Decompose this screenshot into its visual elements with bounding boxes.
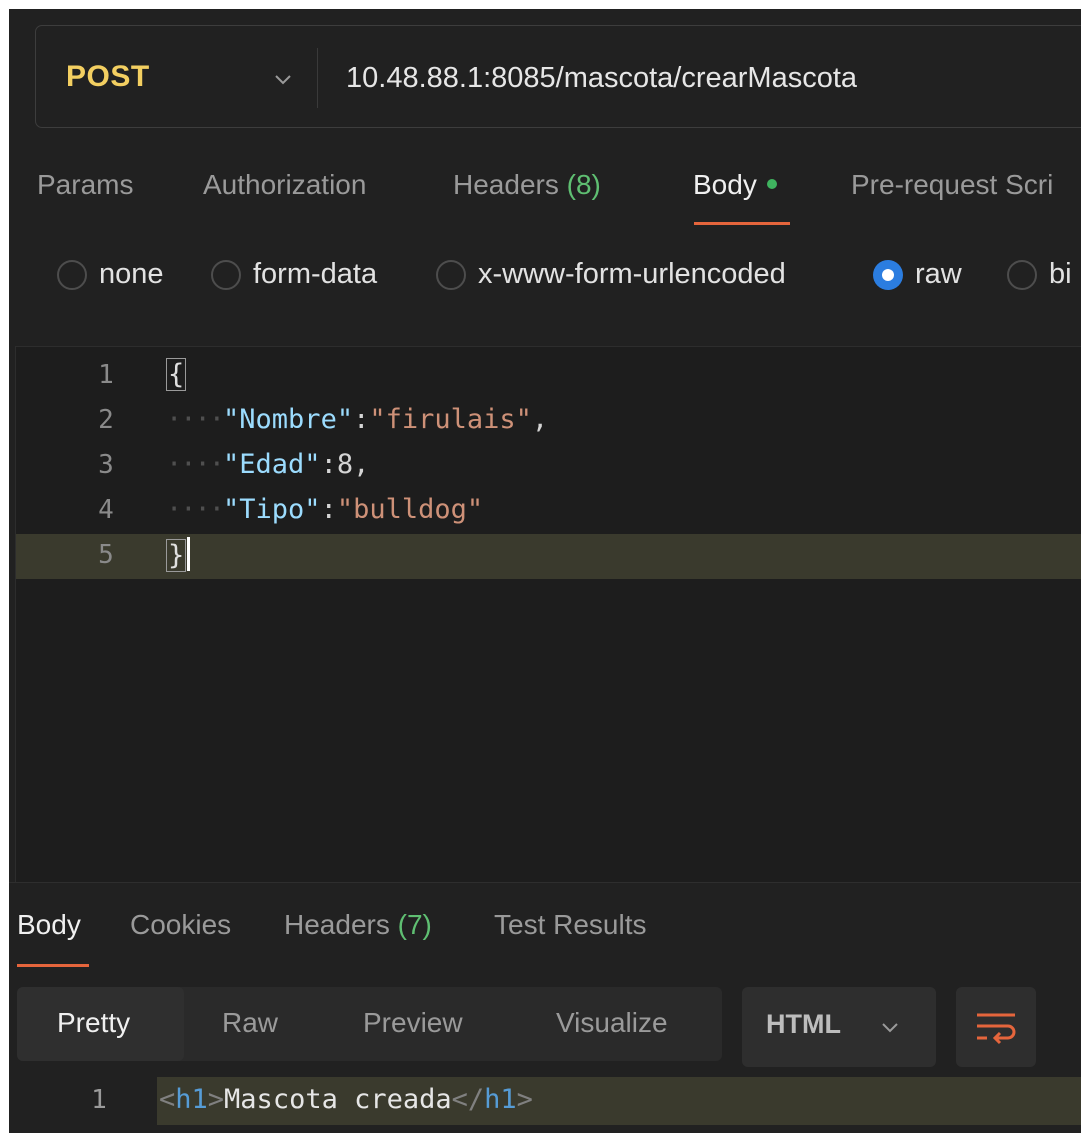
url-input[interactable]: 10.48.88.1:8085/mascota/crearMascota [346, 62, 857, 95]
open-brace: { [166, 358, 187, 391]
line-number: 1 [98, 360, 114, 390]
code-line: 3 ····"Edad":8, [16, 444, 1081, 489]
response-tab-headers-label: Headers [284, 909, 390, 940]
line-number: 5 [98, 540, 114, 570]
response-view-segmented-control: Pretty Raw Preview Visualize [17, 987, 722, 1061]
radio-raw-label: raw [915, 258, 962, 290]
tag-bracket: < [159, 1084, 176, 1115]
request-tabs: Params Authorization Headers (8) Body Pr… [9, 159, 1081, 229]
request-body-editor[interactable]: 1 { 2 ····"Nombre":"firulais", 3 ····"Ed… [15, 346, 1081, 882]
json-value: 8 [336, 449, 354, 480]
radio-circle[interactable] [436, 259, 466, 290]
radio-circle[interactable] [211, 259, 241, 290]
response-code-line: 1 <h1>Mascota creada</h1> [9, 1077, 1081, 1125]
tab-body-label: Body [693, 169, 757, 200]
json-key: "Nombre" [223, 404, 354, 435]
response-active-tab-underline [17, 964, 89, 967]
json-colon: : [353, 404, 370, 435]
line-number: 2 [98, 405, 114, 435]
response-tab-cookies[interactable]: Cookies [130, 909, 231, 941]
radio-raw[interactable]: raw [873, 258, 962, 291]
view-pretty-button[interactable]: Pretty [57, 1007, 130, 1039]
tag-name: h1 [484, 1084, 517, 1115]
radio-circle[interactable] [1007, 259, 1037, 290]
code-text: } [166, 537, 191, 573]
text-cursor [187, 537, 191, 571]
tab-headers-label: Headers [453, 169, 559, 200]
indent-marker: ···· [166, 494, 225, 525]
tab-body[interactable]: Body [693, 169, 777, 201]
radio-binary-label: bi [1049, 258, 1072, 290]
chevron-down-icon[interactable] [272, 68, 294, 90]
postman-window: POST 10.48.88.1:8085/mascota/crearMascot… [9, 9, 1081, 1133]
line-number: 3 [98, 450, 114, 480]
radio-none-label: none [99, 258, 164, 290]
response-tab-body[interactable]: Body [17, 909, 81, 941]
json-key: "Edad" [223, 449, 321, 480]
json-colon: : [320, 449, 337, 480]
view-visualize-button[interactable]: Visualize [556, 1007, 668, 1039]
radio-urlencoded-label: x-www-form-urlencoded [478, 258, 786, 290]
tag-name: h1 [175, 1084, 208, 1115]
json-colon: : [320, 494, 337, 525]
response-tab-headers[interactable]: Headers (7) [284, 909, 432, 941]
request-url-bar: POST 10.48.88.1:8085/mascota/crearMascot… [35, 25, 1081, 128]
response-format-select[interactable]: HTML [742, 987, 936, 1067]
view-raw-button[interactable]: Raw [222, 1007, 278, 1039]
tag-content: Mascota creada [224, 1084, 452, 1115]
tag-bracket: > [207, 1084, 225, 1115]
wrap-lines-button[interactable] [956, 987, 1036, 1067]
code-line: 2 ····"Nombre":"firulais", [16, 399, 1081, 444]
code-text: ····"Nombre":"firulais", [166, 404, 548, 435]
headers-count: (8) [566, 169, 601, 200]
code-text: { [166, 358, 187, 391]
json-value: "bulldog" [336, 494, 484, 525]
indent-marker: ···· [166, 404, 225, 435]
line-number: 4 [98, 495, 114, 525]
json-key: "Tipo" [223, 494, 321, 525]
response-tab-test-results[interactable]: Test Results [494, 909, 647, 941]
json-comma: , [531, 404, 549, 435]
format-label: HTML [766, 1009, 841, 1039]
active-tab-underline [694, 222, 790, 225]
body-type-radios: none form-data x-www-form-urlencoded raw… [9, 254, 1081, 304]
response-line-number: 1 [91, 1085, 107, 1115]
code-text: ····"Tipo":"bulldog" [166, 494, 483, 525]
tag-bracket: </ [451, 1084, 485, 1115]
radio-circle[interactable] [57, 259, 87, 290]
radio-none[interactable]: none [57, 258, 164, 291]
body-indicator-dot [766, 178, 777, 189]
response-code-text: <h1>Mascota creada</h1> [159, 1084, 533, 1115]
view-preview-button[interactable]: Preview [363, 1007, 463, 1039]
tab-params[interactable]: Params [37, 169, 133, 201]
radio-binary[interactable]: bi [1007, 258, 1072, 291]
tab-headers[interactable]: Headers (8) [453, 169, 601, 201]
tab-authorization[interactable]: Authorization [203, 169, 366, 201]
url-divider [317, 48, 318, 108]
indent-marker: ···· [166, 449, 225, 480]
radio-circle-selected[interactable] [873, 259, 903, 290]
close-brace: } [166, 538, 187, 572]
radio-urlencoded[interactable]: x-www-form-urlencoded [436, 258, 786, 291]
json-value: "firulais" [369, 404, 532, 435]
http-method-select[interactable]: POST [66, 60, 150, 94]
tab-prerequest-script[interactable]: Pre-request Scri [851, 169, 1053, 201]
code-text: ····"Edad":8, [166, 449, 369, 480]
wrap-lines-icon [977, 1013, 1016, 1045]
response-headers-count: (7) [397, 909, 432, 940]
radio-form-data-label: form-data [253, 258, 378, 290]
radio-form-data[interactable]: form-data [211, 258, 377, 291]
code-line: 1 { [16, 354, 1081, 399]
chevron-down-icon [882, 1023, 898, 1033]
tag-bracket: > [516, 1084, 533, 1115]
json-comma: , [353, 449, 370, 480]
code-line: 4 ····"Tipo":"bulldog" [16, 489, 1081, 534]
response-divider[interactable] [9, 882, 1081, 883]
code-line-current: 5 } [16, 534, 1081, 579]
